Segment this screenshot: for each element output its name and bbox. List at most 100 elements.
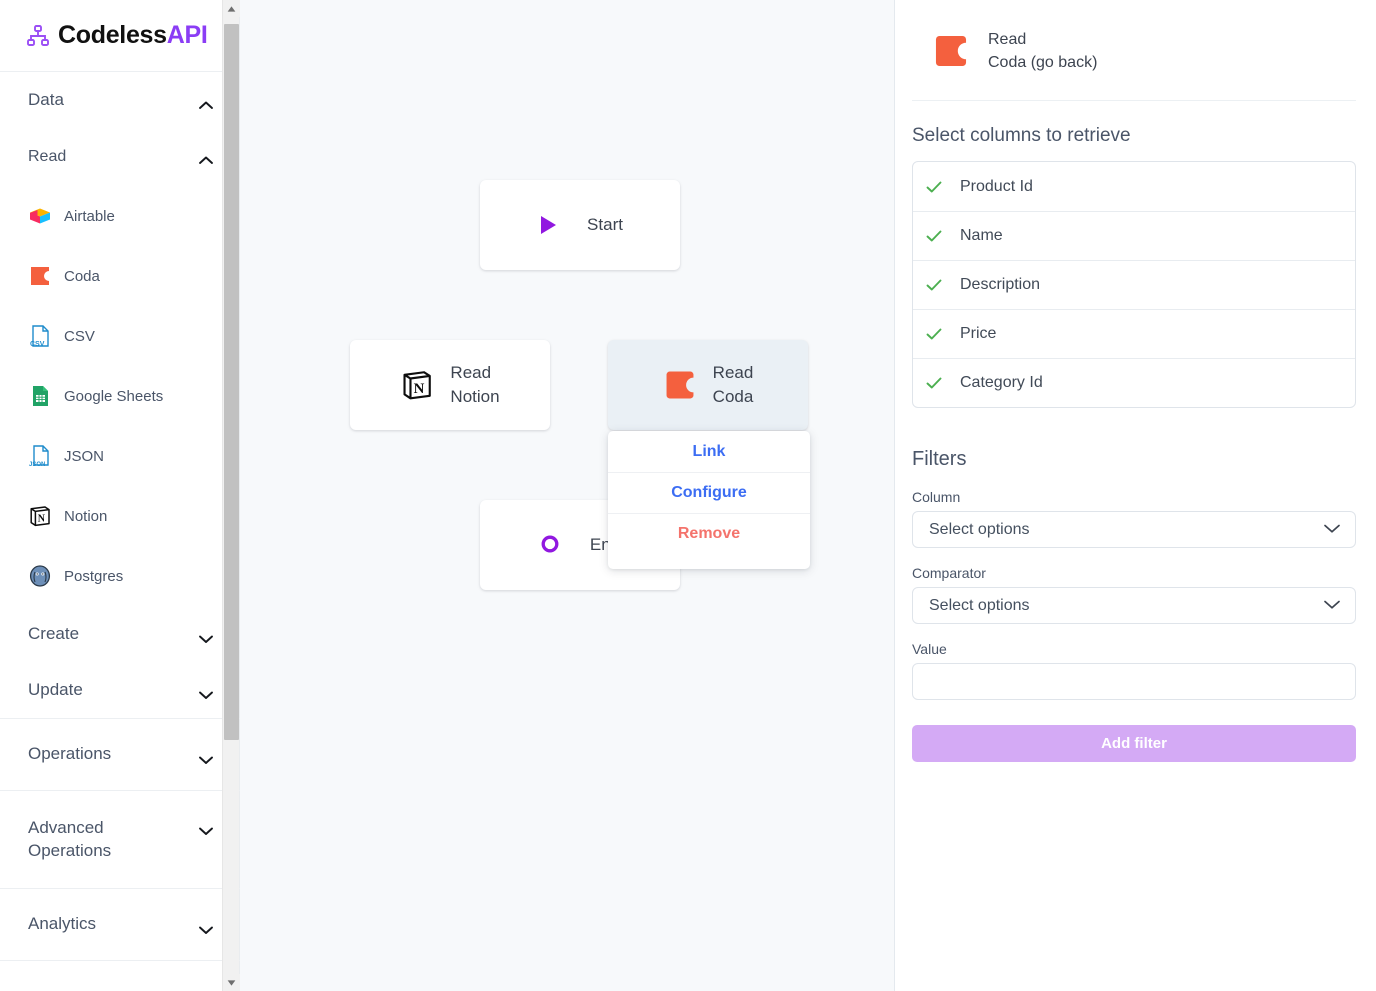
sitemap-icon — [26, 24, 50, 48]
context-menu-item-remove[interactable]: Remove — [608, 513, 810, 554]
columns-list: Product Id Name Description Price Catego… — [912, 161, 1356, 409]
filter-column-select[interactable]: Select options — [912, 511, 1356, 549]
node-start[interactable]: Start — [480, 180, 680, 270]
sidebar-item-postgres[interactable]: Postgres — [0, 546, 240, 606]
coda-icon — [663, 368, 701, 402]
node-read-notion[interactable]: N Read Notion — [350, 340, 550, 430]
column-label: Product Id — [960, 177, 1033, 195]
chevron-down-icon — [198, 821, 214, 835]
column-label: Price — [960, 325, 997, 343]
sidebar-item-csv[interactable]: CSV CSV — [0, 306, 240, 366]
sidebar-item-coda-label: Coda — [64, 267, 100, 285]
sidebar: CodelessAPI Data Read Airtable Coda CSV … — [0, 0, 240, 991]
filter-value-input[interactable] — [912, 663, 1356, 701]
add-filter-button[interactable]: Add filter — [912, 725, 1356, 763]
sidebar-item-notion-label: Notion — [64, 507, 108, 525]
sidebar-item-airtable[interactable]: Airtable — [0, 186, 240, 246]
sidebar-item-coda[interactable]: Coda — [0, 246, 240, 306]
node-read-coda[interactable]: Read Coda — [608, 340, 808, 430]
sidebar-group-analytics[interactable]: Analytics — [0, 888, 240, 960]
svg-text:N: N — [414, 381, 425, 397]
sidebar-group-operations-label: Operations — [28, 744, 112, 764]
sidebar-group-analytics-label: Analytics — [28, 914, 97, 934]
columns-section-title: Select columns to retrieve — [912, 125, 1131, 147]
chevron-down-icon — [198, 629, 214, 643]
chevron-down-icon — [1323, 597, 1341, 615]
chevron-down-icon — [198, 920, 214, 934]
node-read-coda-line1: Read — [712, 363, 754, 383]
panel-header-line2[interactable]: Coda (go back) — [988, 54, 1097, 71]
node-read-coda-line2: Coda — [712, 387, 754, 406]
brand-logo[interactable]: CodelessAPI — [0, 0, 239, 72]
coda-icon — [932, 32, 975, 70]
config-panel: Read Coda (go back) Select columns to re… — [895, 0, 1376, 991]
sidebar-group-read-label: Read — [28, 148, 67, 165]
airtable-icon — [28, 204, 52, 228]
svg-text:JSON: JSON — [29, 462, 45, 468]
play-triangle-icon — [537, 214, 571, 236]
node-read-notion-line2: Notion — [450, 387, 500, 406]
postgres-icon — [28, 564, 52, 588]
filter-comparator-select[interactable]: Select options — [912, 587, 1356, 625]
check-icon — [925, 178, 943, 196]
column-row-name[interactable]: Name — [913, 211, 1355, 260]
context-menu-item-configure[interactable]: Configure — [608, 472, 810, 513]
panel-header-text: Read Coda (go back) — [988, 28, 1097, 74]
scroll-up-arrow-icon[interactable] — [223, 0, 240, 17]
sidebar-group-operations[interactable]: Operations — [0, 718, 240, 790]
check-icon — [925, 276, 943, 294]
brand-name-main: Codeless — [58, 21, 167, 49]
column-label: Category Id — [960, 374, 1043, 392]
node-read-notion-label: Read Notion — [450, 361, 499, 409]
sidebar-group-advanced-operations-label: Advanced Operations — [28, 817, 112, 860]
json-file-icon: JSON — [28, 444, 52, 468]
google-sheets-icon — [28, 384, 52, 408]
sidebar-group-create[interactable]: Create — [0, 606, 240, 662]
coda-icon — [28, 264, 54, 288]
sidebar-group-data[interactable]: Data — [0, 72, 240, 128]
notion-icon: N — [400, 368, 434, 402]
sidebar-item-csv-label: CSV — [64, 327, 95, 345]
node-start-label: Start — [587, 215, 623, 235]
sidebar-group-read[interactable]: Read — [0, 128, 240, 186]
check-icon — [925, 325, 943, 343]
filters-section-title: Filters — [912, 448, 967, 471]
scroll-down-arrow-icon[interactable] — [223, 974, 240, 991]
scrollbar-thumb[interactable] — [224, 24, 239, 740]
column-label: Name — [960, 227, 1003, 245]
panel-header[interactable]: Read Coda (go back) — [912, 28, 1356, 74]
column-row-product-id[interactable]: Product Id — [913, 162, 1355, 211]
sidebar-group-update-label: Update — [28, 679, 83, 699]
circle-outline-icon — [540, 534, 574, 556]
chevron-up-icon — [198, 152, 214, 164]
sidebar-group-update[interactable]: Update — [0, 662, 240, 718]
chevron-down-icon — [1323, 521, 1341, 539]
node-context-menu[interactable]: Link Configure Remove — [608, 431, 810, 569]
node-read-coda-label: Read Coda — [713, 361, 754, 409]
filter-value-field: Value — [912, 641, 1356, 701]
panel-divider — [912, 100, 1356, 102]
brand-name-accent: API — [166, 21, 208, 49]
filter-comparator-value: Select options — [929, 596, 1030, 614]
chevron-down-icon — [198, 750, 214, 764]
column-row-price[interactable]: Price — [913, 309, 1355, 358]
sidebar-item-json-label: JSON — [64, 447, 105, 465]
sidebar-item-postgres-label: Postgres — [64, 567, 124, 585]
sidebar-item-json[interactable]: JSON JSON — [0, 426, 240, 486]
column-row-category-id[interactable]: Category Id — [913, 358, 1355, 407]
check-icon — [925, 227, 943, 245]
filter-column-label: Column — [912, 489, 961, 506]
csv-file-icon: CSV — [28, 324, 52, 348]
sidebar-scrollbar[interactable] — [222, 0, 240, 991]
column-row-description[interactable]: Description — [913, 260, 1355, 309]
filter-value-label: Value — [912, 641, 947, 658]
check-icon — [925, 374, 943, 392]
sidebar-group-advanced-operations[interactable]: Advanced Operations — [0, 790, 240, 888]
sidebar-item-google-sheets[interactable]: Google Sheets — [0, 366, 240, 426]
context-menu-item-link[interactable]: Link — [608, 431, 810, 472]
notion-icon: N — [28, 504, 52, 528]
app-root: CodelessAPI Data Read Airtable Coda CSV … — [0, 0, 1376, 991]
context-menu-padding — [608, 554, 810, 569]
workflow-canvas[interactable]: Start N Read Notion Read Coda End Link C… — [240, 0, 895, 991]
sidebar-item-notion[interactable]: N Notion — [0, 486, 240, 546]
